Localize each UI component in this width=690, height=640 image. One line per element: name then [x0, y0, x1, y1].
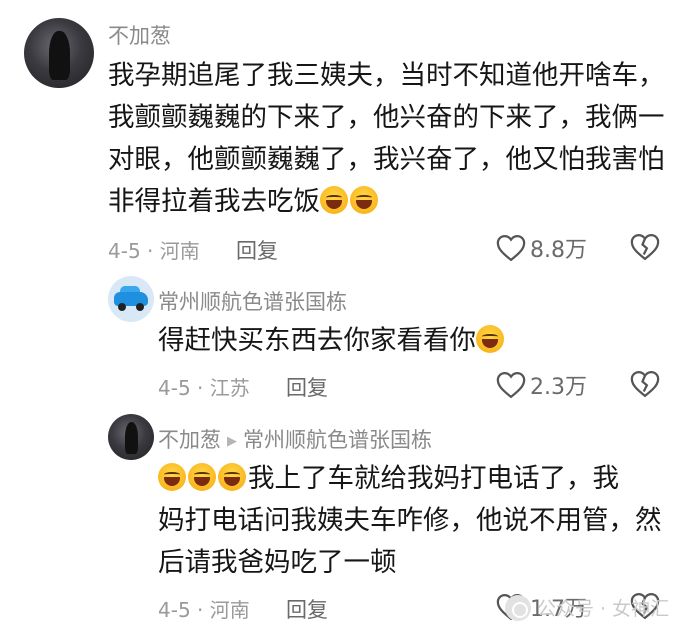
laughing-crying-emoji-icon	[188, 463, 216, 491]
comment-text: 我上了车就给我妈打电话了，我 妈打电话问我姨夫车咋修，他说不用管，然 后请我爸妈…	[158, 458, 662, 584]
comment-text-line: 妈打电话问我姨夫车咋修，他说不用管，然	[158, 505, 662, 536]
comment-username[interactable]: 不加葱	[108, 20, 171, 50]
comment-username[interactable]: 常州顺航色谱张国栋	[158, 286, 347, 316]
like-button[interactable]: 2.3万	[496, 369, 587, 401]
comment-text-line: 我孕期追尾了我三姨夫，当时不知道他开啥车，	[108, 60, 665, 91]
avatar-figure	[49, 30, 71, 80]
comment-text-line: 得赶快买东西去你家看看你	[158, 325, 476, 356]
comment-text-line: 后请我爸妈吃了一顿	[158, 547, 397, 578]
comment-text-line: 非得拉着我去吃饭	[108, 186, 320, 217]
comment-text-line-emoji: 得赶快买东西去你家看看你	[158, 320, 506, 362]
watermark: 公众号 · 女神汇	[505, 594, 669, 621]
avatar[interactable]	[108, 276, 154, 322]
comment-date-location: 4-5 · 江苏	[158, 376, 250, 400]
reply-arrow-icon: ▶	[227, 434, 237, 449]
heart-outline-icon	[496, 371, 526, 399]
comment-username-line: 不加葱 ▶ 常州顺航色谱张国栋	[158, 424, 432, 454]
like-count: 2.3万	[530, 375, 587, 400]
avatar[interactable]	[24, 18, 94, 88]
comment-text-line-emoji: 非得拉着我去吃饭	[108, 181, 665, 223]
laughing-crying-emoji-icon	[218, 463, 246, 491]
comment-username[interactable]: 不加葱	[158, 428, 221, 452]
broken-heart-icon	[630, 370, 660, 398]
like-count: 8.8万	[530, 238, 587, 263]
comment-date-location: 4-5 · 河南	[158, 598, 250, 622]
comment-text-line: 我颤颤巍巍的下来了，他兴奋的下来了，我俩一	[108, 102, 665, 133]
car-wheel	[118, 303, 126, 311]
wechat-logo-icon	[505, 594, 531, 621]
car-wheel	[136, 303, 144, 311]
reply-button[interactable]: 回复	[286, 372, 328, 402]
comment-date-location: 4-5 · 河南	[108, 239, 200, 263]
laughing-crying-emoji-icon	[320, 186, 348, 214]
broken-heart-icon	[630, 233, 660, 261]
comment-text: 我孕期追尾了我三姨夫，当时不知道他开啥车， 我颤颤巍巍的下来了，他兴奋的下来了，…	[108, 55, 665, 223]
watermark-text: 公众号 · 女神汇	[537, 598, 670, 620]
laughing-crying-emoji-icon	[476, 325, 504, 353]
comment-text-line: 我上了车就给我妈打电话了，我	[248, 463, 619, 494]
comment-text: 得赶快买东西去你家看看你	[158, 320, 506, 362]
reply-target-username[interactable]: 常州顺航色谱张国栋	[243, 428, 432, 452]
reply-button[interactable]: 回复	[236, 235, 278, 265]
heart-outline-icon	[496, 234, 526, 262]
dislike-button[interactable]	[630, 370, 660, 402]
like-button[interactable]: 8.8万	[496, 232, 587, 264]
avatar[interactable]	[108, 414, 154, 460]
dislike-button[interactable]	[630, 233, 660, 265]
comment-text-line: 对眼，他颤颤巍巍了，我兴奋了，他又怕我害怕	[108, 144, 665, 175]
laughing-crying-emoji-icon	[350, 186, 378, 214]
comment-text-line-emoji: 我上了车就给我妈打电话了，我	[158, 458, 662, 500]
laughing-crying-emoji-icon	[158, 463, 186, 491]
avatar-figure	[124, 422, 139, 455]
reply-button[interactable]: 回复	[286, 594, 328, 624]
